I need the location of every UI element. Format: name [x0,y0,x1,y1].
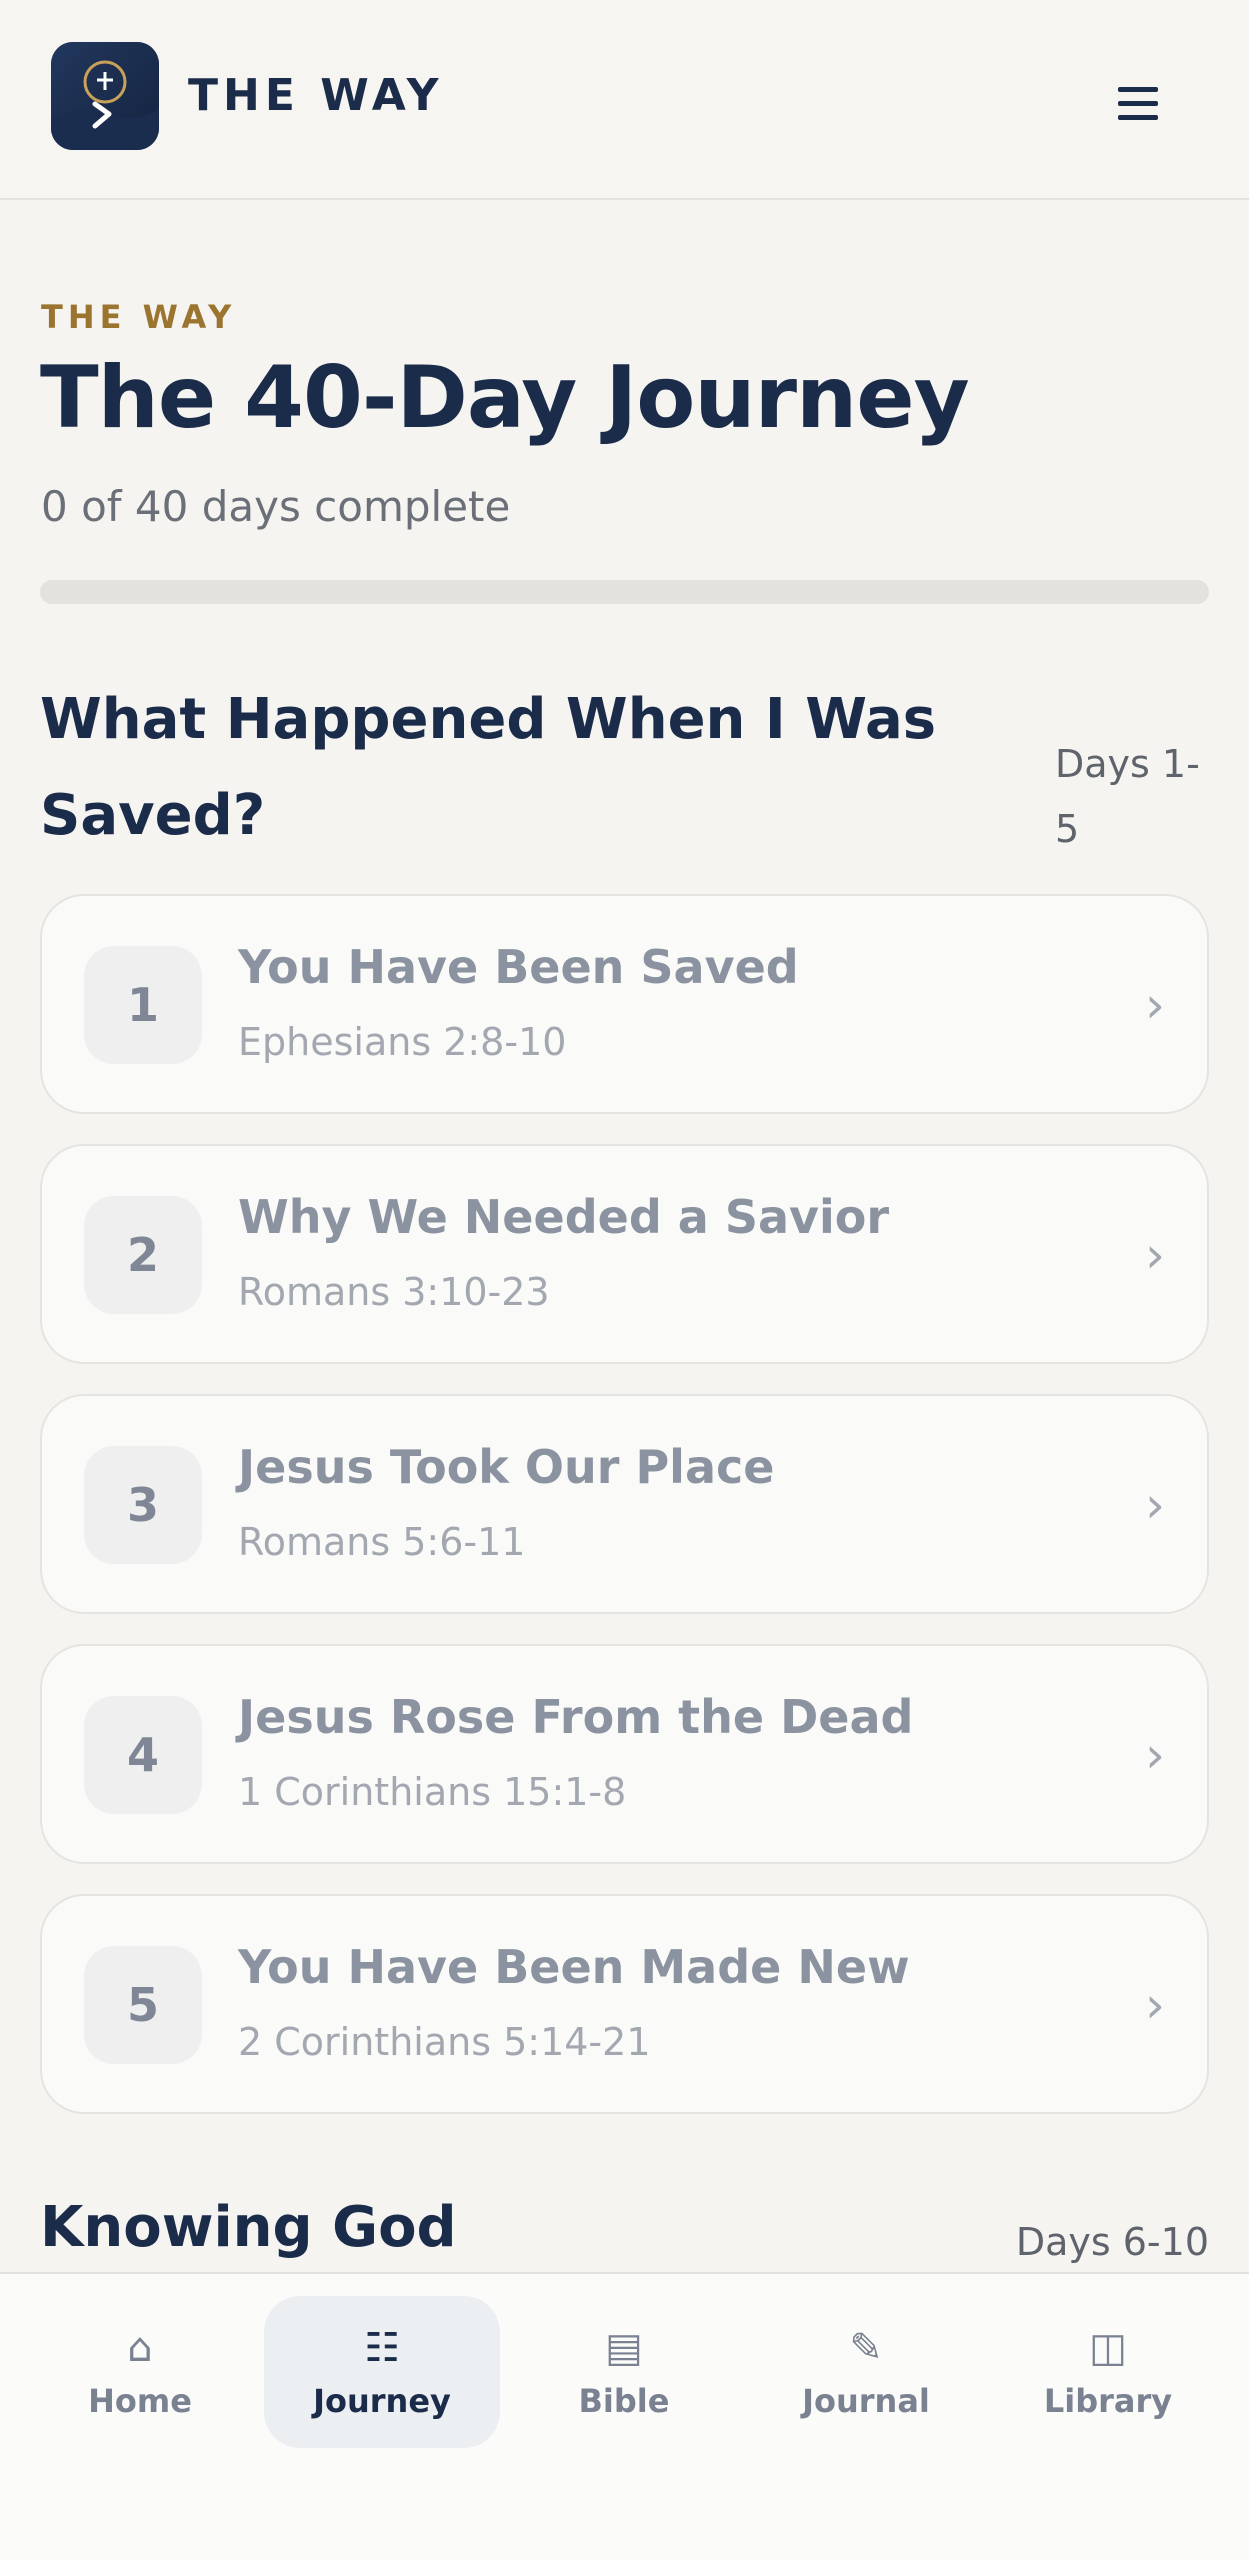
chevron-right-icon: › [1145,1976,1165,2034]
day-title: Jesus Took Our Place [238,1440,775,1494]
journal-icon: ✎ [849,2325,883,2371]
chevron-right-icon: › [1145,1476,1165,1534]
nav-label: Journal [802,2382,930,2420]
day-number: 3 [84,1446,202,1564]
bottom-nav: ⌂ Home ☷ Journey ▤ Bible ✎ Journal ◫ Lib… [0,2272,1249,2560]
day-reference: 2 Corinthians 5:14-21 [238,2020,651,2064]
day-reference: Romans 3:10-23 [238,1270,550,1314]
section-title: What Happened When I Was Saved? [40,687,937,848]
journey-page: THE WAY THE WAY The 40-Day Journey 0 of … [0,0,1249,2560]
section-range-line2: 5 [1055,807,1080,851]
nav-label: Home [88,2382,192,2420]
compass-cross-icon[interactable] [51,42,159,150]
day-card-1[interactable]: 1 You Have Been Saved Ephesians 2:8-10 › [40,894,1209,1114]
eyebrow-label: THE WAY [41,298,237,336]
day-reference: 1 Corinthians 15:1-8 [238,1770,627,1814]
progress-text: 0 of 40 days complete [41,482,511,531]
day-title: You Have Been Made New [238,1940,910,1994]
app-header: THE WAY [0,0,1249,200]
nav-label: Journey [313,2382,451,2420]
day-card-3[interactable]: 3 Jesus Took Our Place Romans 5:6-11 › [40,1394,1209,1614]
day-card-2[interactable]: 2 Why We Needed a Savior Romans 3:10-23 … [40,1144,1209,1364]
day-card-5[interactable]: 5 You Have Been Made New 2 Corinthians 5… [40,1894,1209,2114]
chevron-right-icon: › [1145,1726,1165,1784]
progress-bar [40,580,1209,604]
journey-icon: ☷ [364,2325,400,2371]
section-title: Knowing God [40,2195,457,2260]
brand-name: THE WAY [188,70,444,121]
section-range: Days 1- 5 [1000,732,1209,862]
day-reference: Romans 5:6-11 [238,1520,526,1564]
day-number: 4 [84,1696,202,1814]
nav-item-bible[interactable]: ▤ Bible [506,2296,742,2448]
day-card-4[interactable]: 4 Jesus Rose From the Dead 1 Corinthians… [40,1644,1209,1864]
nav-item-journal[interactable]: ✎ Journal [748,2296,984,2448]
section-range-line1: Days 1- [1055,742,1200,786]
day-reference: Ephesians 2:8-10 [238,1020,567,1064]
chevron-right-icon: › [1145,1226,1165,1284]
nav-item-home[interactable]: ⌂ Home [22,2296,258,2448]
day-number: 2 [84,1196,202,1314]
day-title: You Have Been Saved [238,940,799,994]
nav-item-journey[interactable]: ☷ Journey [264,2296,500,2448]
day-number: 5 [84,1946,202,2064]
nav-label: Library [1043,2382,1173,2420]
nav-item-library[interactable]: ◫ Library [990,2296,1226,2448]
day-number: 1 [84,946,202,1064]
section-range: Days 6-10 [1015,2220,1209,2264]
library-icon: ◫ [1089,2325,1127,2371]
chevron-right-icon: › [1145,976,1165,1034]
home-icon: ⌂ [127,2325,153,2371]
hamburger-menu-icon[interactable] [1110,78,1166,128]
day-title: Jesus Rose From the Dead [238,1690,914,1744]
nav-label: Bible [578,2382,670,2420]
bible-icon: ▤ [605,2325,643,2371]
day-title: Why We Needed a Savior [238,1190,890,1244]
page-title: The 40-Day Journey [40,348,970,448]
